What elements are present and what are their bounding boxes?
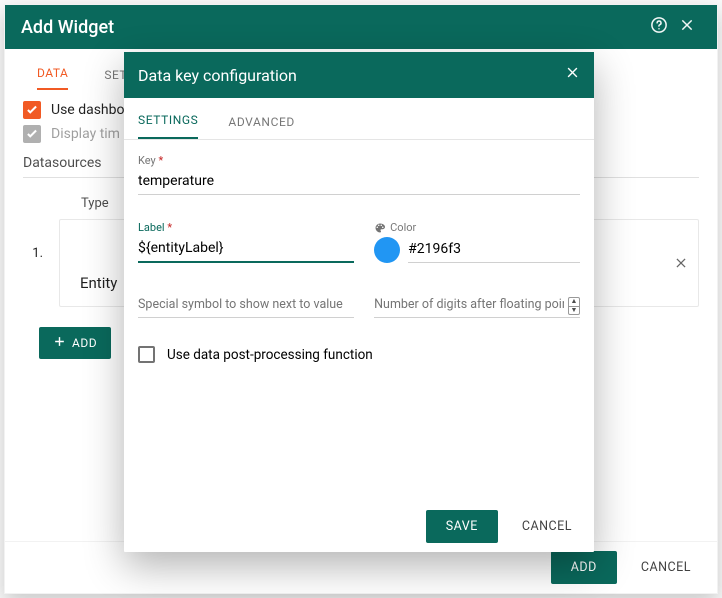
color-label: Color <box>374 221 580 234</box>
tab-settings[interactable]: SETTINGS <box>138 113 198 139</box>
close-icon[interactable] <box>673 17 701 38</box>
display-time-label: Display tim <box>51 126 120 142</box>
data-key-title: Data key configuration <box>138 66 565 85</box>
row-number: 1. <box>23 196 43 261</box>
label-field: Label * <box>138 221 354 263</box>
post-process-checkbox[interactable] <box>138 346 155 363</box>
cancel-button[interactable]: CANCEL <box>516 510 578 543</box>
post-process-label: Use data post-processing function <box>167 347 373 363</box>
digits-stepper[interactable]: ▲ ▼ <box>568 297 580 315</box>
cancel-button[interactable]: CANCEL <box>635 551 697 584</box>
inner-footer: SAVE CANCEL <box>124 500 594 552</box>
step-up-icon[interactable]: ▲ <box>569 298 579 306</box>
color-input[interactable] <box>408 237 580 263</box>
step-down-icon[interactable]: ▼ <box>569 306 579 315</box>
symbol-digits-row: ▲ ▼ <box>138 293 580 318</box>
inner-tabs: SETTINGS ADVANCED <box>124 98 594 140</box>
use-dashboard-label: Use dashbo <box>51 102 125 118</box>
display-time-checkbox <box>23 125 41 143</box>
add-widget-header: Add Widget <box>5 5 717 49</box>
digits-input[interactable] <box>374 293 580 318</box>
key-input[interactable] <box>138 169 580 195</box>
add-datasource-label: ADD <box>72 336 97 350</box>
add-widget-title: Add Widget <box>21 17 645 38</box>
color-swatch[interactable] <box>374 237 400 263</box>
add-button[interactable]: ADD <box>551 551 617 584</box>
data-key-header: Data key configuration <box>124 52 594 98</box>
tab-advanced[interactable]: ADVANCED <box>228 115 294 139</box>
label-label: Label * <box>138 221 354 234</box>
inner-body: Key * Label * Color <box>124 140 594 500</box>
data-key-config-dialog: Data key configuration SETTINGS ADVANCED… <box>124 52 594 552</box>
plus-icon <box>53 335 66 351</box>
remove-datasource-icon[interactable] <box>674 255 688 274</box>
use-dashboard-checkbox[interactable] <box>23 101 41 119</box>
label-input[interactable] <box>138 236 354 263</box>
post-process-row: Use data post-processing function <box>138 346 580 363</box>
help-icon[interactable] <box>645 16 673 39</box>
close-icon[interactable] <box>565 65 580 85</box>
special-symbol-input[interactable] <box>138 293 354 318</box>
tab-data[interactable]: DATA <box>37 66 68 90</box>
palette-icon <box>374 222 386 234</box>
key-label: Key * <box>138 154 580 167</box>
save-button[interactable]: SAVE <box>426 510 498 543</box>
label-color-row: Label * Color <box>138 221 580 263</box>
add-datasource-button[interactable]: ADD <box>39 327 111 359</box>
key-field: Key * <box>138 154 580 195</box>
